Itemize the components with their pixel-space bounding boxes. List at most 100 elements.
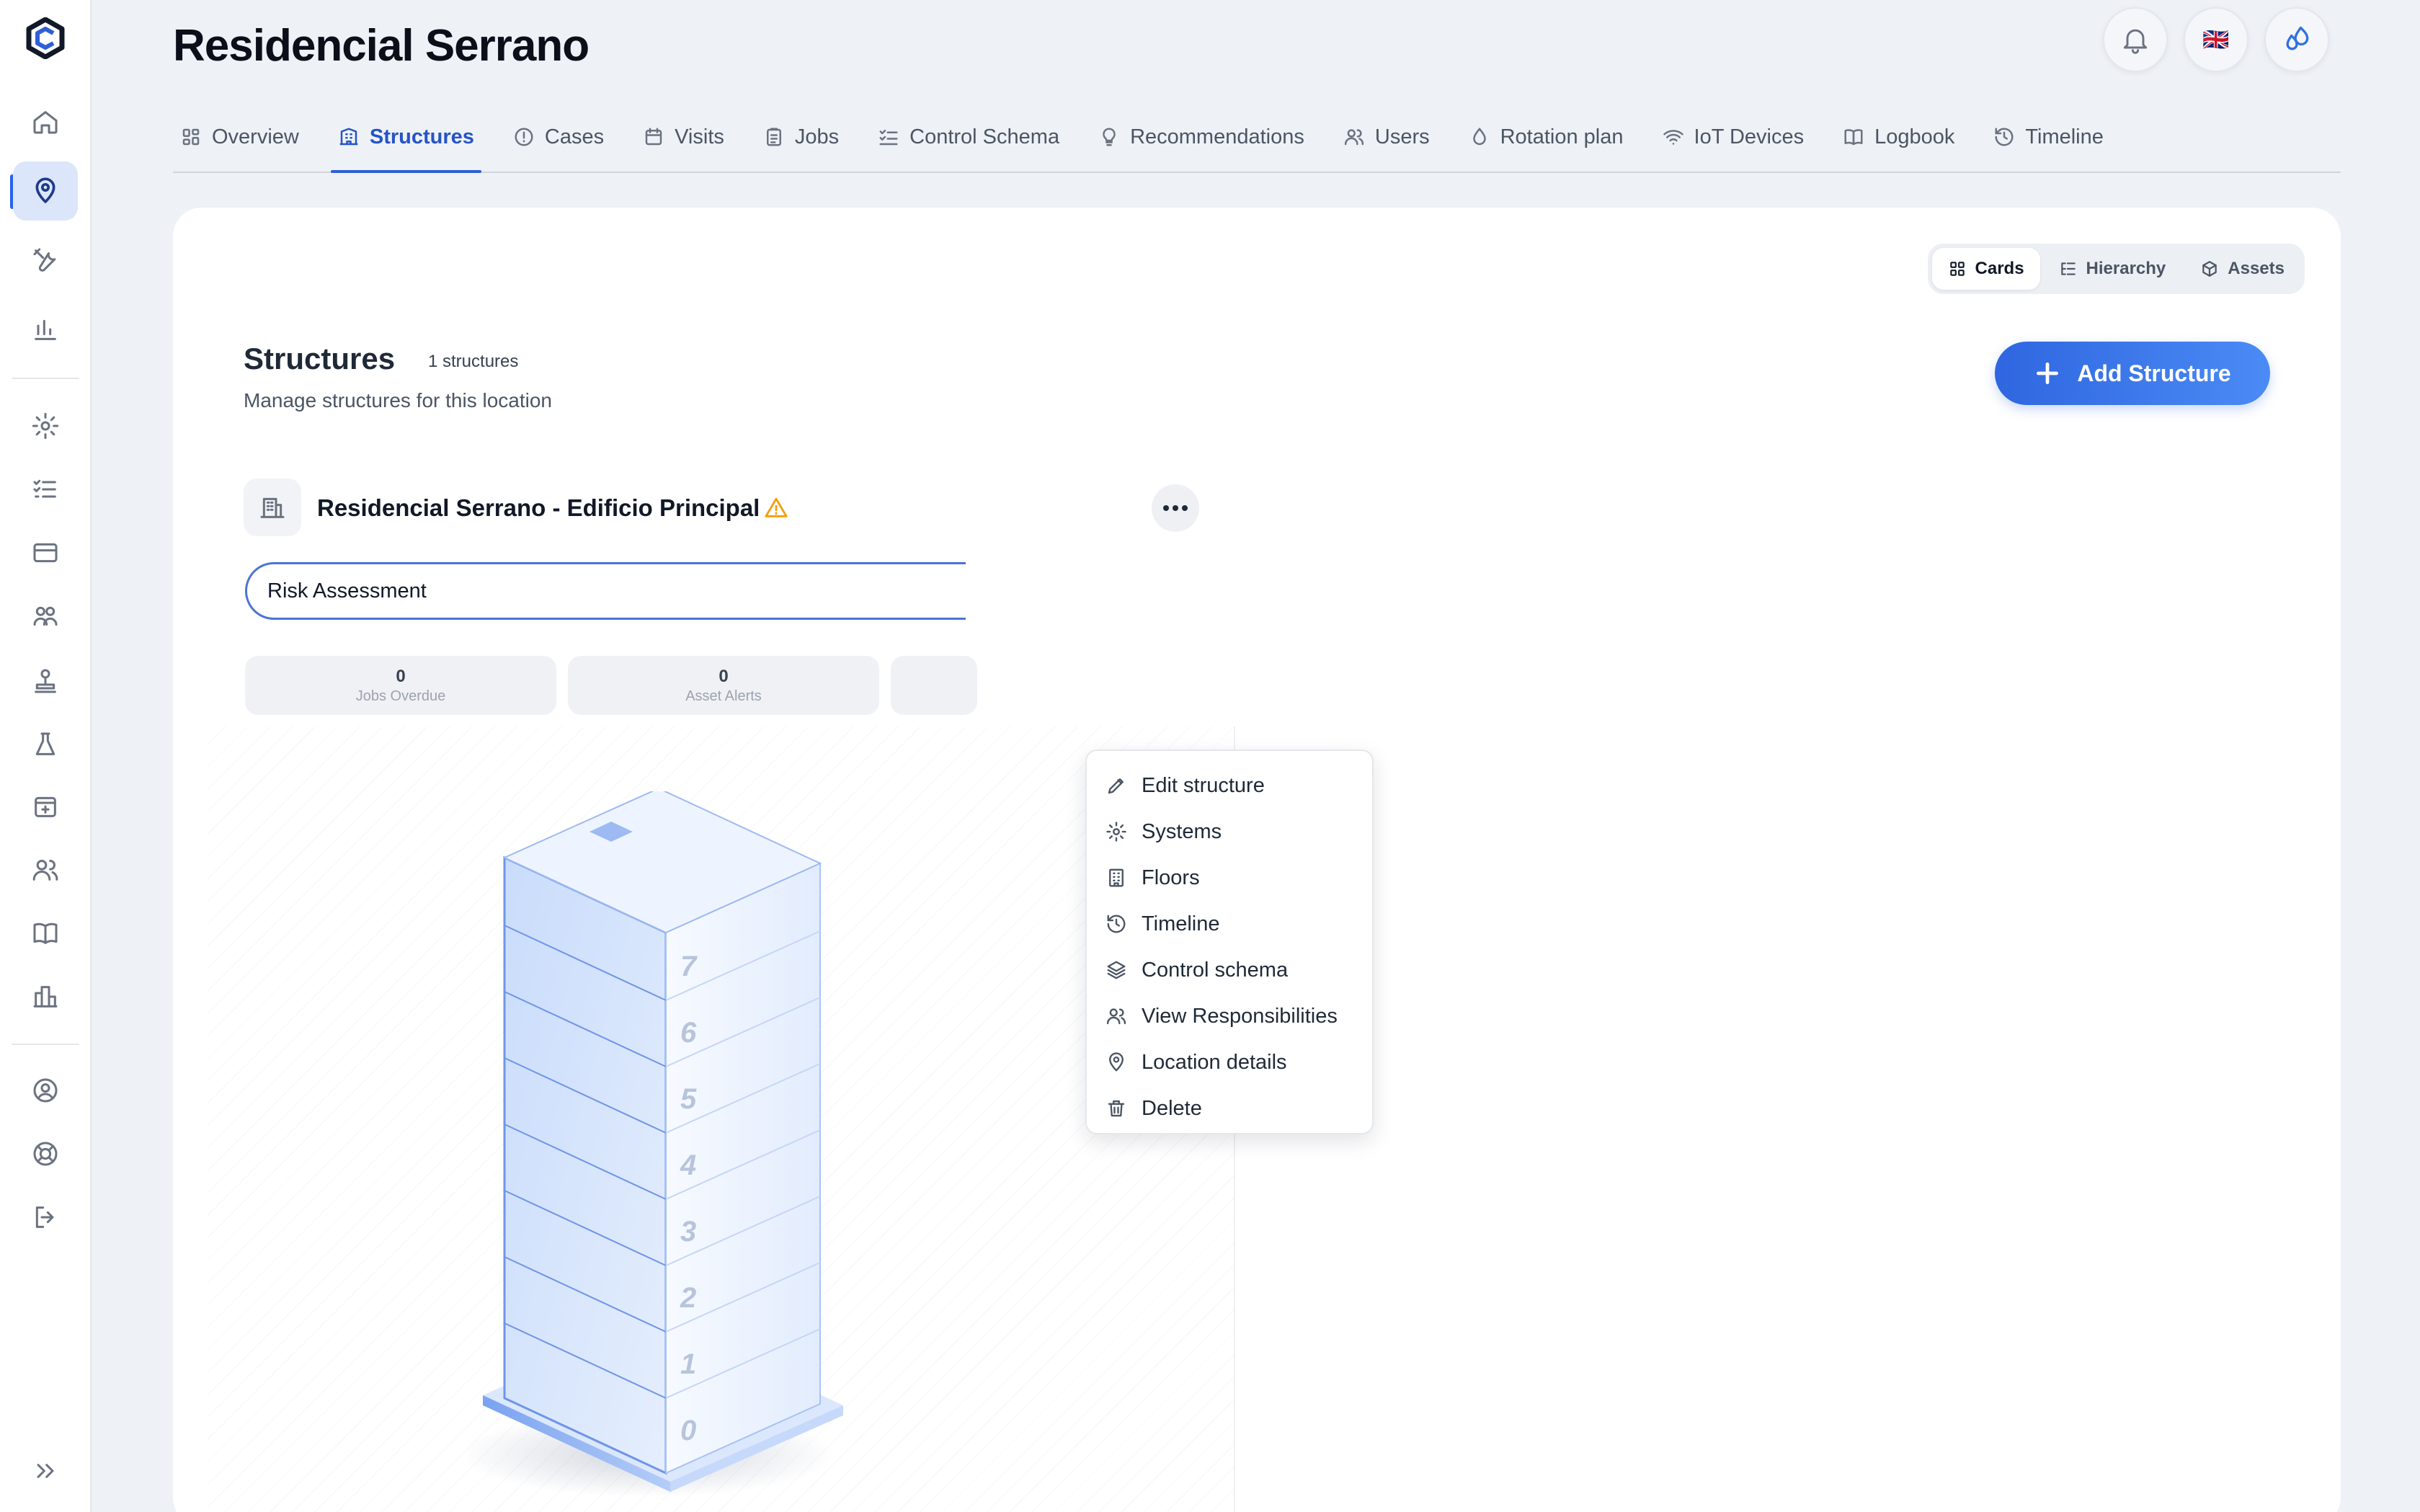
sidebar-item-support[interactable]	[13, 1124, 78, 1183]
menu-item-label: Floors	[1142, 866, 1200, 889]
clipboard-icon	[766, 128, 781, 146]
floor-label-3[interactable]: 3	[680, 1216, 696, 1248]
floor-label-2[interactable]: 2	[680, 1282, 696, 1314]
floor-label-0[interactable]: 0	[680, 1415, 696, 1446]
sidebar-item-profile[interactable]	[13, 1061, 78, 1120]
menu-item-control-schema[interactable]: Control schema	[1087, 947, 1372, 993]
menu-item-edit-structure[interactable]: Edit structure	[1087, 762, 1372, 809]
location-tabs: Overview Structures Cases Visits Jobs Co…	[173, 115, 2341, 173]
sidebar-item-reports[interactable]	[13, 300, 78, 359]
tab-overview[interactable]: Overview	[173, 115, 306, 172]
more-horizontal-icon	[1163, 505, 1188, 511]
sidebar-item-docs[interactable]	[13, 904, 78, 963]
floor-label-5[interactable]: 5	[680, 1083, 697, 1115]
view-cards-button[interactable]: Cards	[1931, 248, 2040, 290]
menu-item-delete[interactable]: Delete	[1087, 1085, 1372, 1131]
menu-item-timeline[interactable]: Timeline	[1087, 901, 1372, 947]
floor-label-4[interactable]: 4	[680, 1149, 696, 1181]
tab-visits[interactable]: Visits	[636, 115, 731, 172]
alert-circle-icon	[515, 128, 533, 146]
sidebar-item-teams[interactable]	[13, 587, 78, 646]
tab-rotation-plan[interactable]: Rotation plan	[1462, 115, 1631, 172]
logout-icon	[35, 1206, 54, 1228]
sidebar-item-buildings[interactable]	[13, 967, 78, 1026]
droplets-icon	[2286, 26, 2309, 50]
grid-icon	[182, 128, 200, 146]
tab-users[interactable]: Users	[1336, 115, 1437, 172]
warning-icon	[765, 497, 788, 517]
notifications-button[interactable]	[2103, 7, 2168, 72]
structures-panel: Cards Hierarchy Assets Structures 1 stru…	[173, 208, 2341, 1512]
menu-item-view-responsibilities[interactable]: View Responsibilities	[1087, 993, 1372, 1039]
floor-label-7[interactable]: 7	[680, 951, 698, 982]
stamp-icon	[35, 669, 56, 693]
tab-cases[interactable]: Cases	[506, 115, 611, 172]
stat-asset-alerts: 0 Asset Alerts	[568, 656, 879, 715]
view-hierarchy-label: Hierarchy	[2086, 259, 2166, 278]
sidebar-item-planner[interactable]	[13, 777, 78, 836]
tab-label: Cases	[544, 125, 605, 148]
sidebar-item-checklists[interactable]	[13, 460, 78, 519]
buildings-icon	[33, 986, 58, 1008]
tab-label: Jobs	[794, 125, 840, 148]
lifebuoy-icon	[33, 1142, 58, 1166]
sidebar-item-settings[interactable]	[13, 396, 78, 455]
droplet-icon	[1472, 128, 1486, 146]
sidebar-expand-button[interactable]	[13, 1441, 78, 1500]
tab-iot-devices[interactable]: IoT Devices	[1655, 115, 1812, 172]
sidebar-divider	[12, 378, 79, 379]
floor-label-6[interactable]: 6	[680, 1017, 697, 1049]
menu-item-label: Delete	[1142, 1096, 1202, 1120]
section-title: Structures	[244, 342, 396, 375]
sidebar-item-billing[interactable]	[13, 523, 78, 582]
menu-item-location-details[interactable]: Location details	[1087, 1039, 1372, 1085]
sidebar-divider	[12, 1044, 79, 1045]
building-3d-illustration[interactable]: 7 6 5 4 3 2 1 0	[467, 791, 928, 1512]
tab-label: Rotation plan	[1500, 125, 1624, 148]
stat-label: Asset Alerts	[685, 688, 762, 704]
users-icon	[32, 860, 58, 881]
map-pin-icon	[35, 177, 55, 203]
plus-icon	[2037, 362, 2059, 385]
tab-recommendations[interactable]: Recommendations	[1091, 115, 1312, 172]
structure-more-button[interactable]	[1152, 484, 1199, 532]
language-button[interactable]: 🇬🇧	[2184, 7, 2248, 72]
structure-type-icon	[244, 479, 301, 536]
bell-icon	[2123, 29, 2148, 54]
assessment-select[interactable]: Risk Assessment	[245, 562, 966, 620]
uk-flag-icon: 🇬🇧	[2202, 27, 2230, 52]
sidebar-item-home[interactable]	[13, 92, 78, 151]
layers-icon	[1107, 961, 1126, 979]
tab-structures[interactable]: Structures	[330, 115, 481, 173]
tab-jobs[interactable]: Jobs	[756, 115, 846, 172]
user-circle-icon	[33, 1078, 58, 1103]
menu-item-floors[interactable]: Floors	[1087, 855, 1372, 901]
flask-icon	[35, 732, 55, 755]
tab-logbook[interactable]: Logbook	[1836, 115, 1962, 172]
view-assets-button[interactable]: Assets	[2184, 248, 2300, 290]
sidebar-item-users[interactable]	[13, 840, 78, 899]
tab-control-schema[interactable]: Control Schema	[871, 115, 1067, 172]
sidebar-item-lab[interactable]	[13, 715, 78, 774]
floor-label-1[interactable]: 1	[680, 1348, 696, 1380]
app-logo[interactable]	[26, 17, 65, 60]
view-hierarchy-button[interactable]: Hierarchy	[2043, 248, 2182, 290]
sidebar-item-logout[interactable]	[13, 1188, 78, 1247]
sidebar-item-tools[interactable]	[13, 231, 78, 290]
sidebar-item-locations[interactable]	[13, 161, 78, 221]
tab-label: IoT Devices	[1694, 125, 1805, 148]
tab-timeline[interactable]: Timeline	[1986, 115, 2111, 172]
map-pin-icon	[1109, 1052, 1124, 1072]
add-structure-button[interactable]: Add Structure	[1995, 342, 2270, 405]
stat-value: 0	[719, 666, 729, 686]
menu-item-label: View Responsibilities	[1142, 1004, 1338, 1028]
structure-context-menu: Edit structure Systems Floors Timeline C…	[1085, 750, 1374, 1134]
calendar-icon	[645, 128, 662, 146]
menu-item-systems[interactable]: Systems	[1087, 809, 1372, 855]
menu-item-label: Edit structure	[1142, 773, 1265, 797]
structure-card[interactable]: Residencial Serrano - Edificio Principal…	[208, 453, 1235, 1512]
tab-label: Logbook	[1874, 125, 1955, 148]
sidebar-item-certificates[interactable]	[13, 652, 78, 711]
tab-label: Visits	[675, 125, 724, 148]
water-app-button[interactable]	[2264, 7, 2329, 72]
